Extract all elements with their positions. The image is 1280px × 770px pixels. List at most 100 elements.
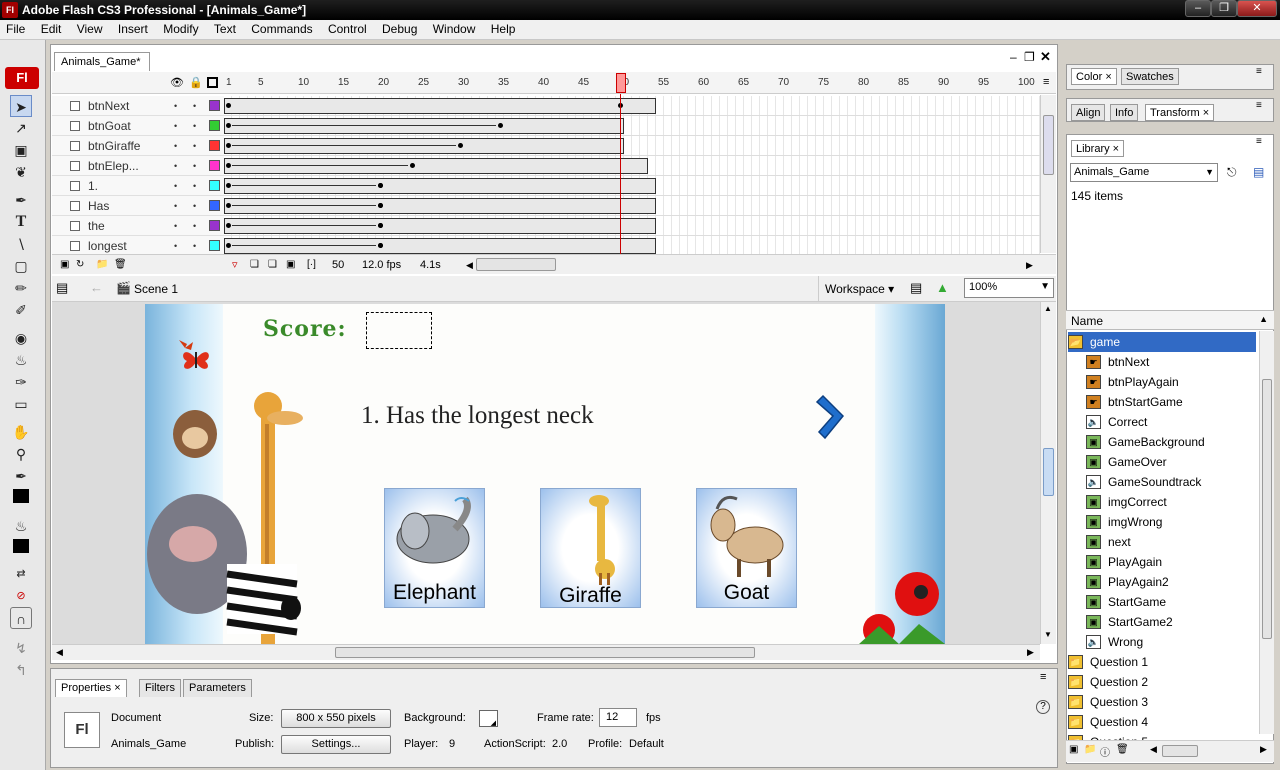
menu-view[interactable]: View: [71, 20, 109, 39]
frame-span[interactable]: [224, 118, 624, 134]
library-vscroll[interactable]: [1259, 331, 1274, 734]
size-button[interactable]: 800 x 550 pixels: [281, 709, 391, 728]
text-tool-icon[interactable]: T: [10, 211, 32, 233]
frame-span[interactable]: [224, 198, 656, 214]
outline-icon[interactable]: [207, 77, 218, 88]
menu-text[interactable]: Text: [208, 20, 242, 39]
keyframe[interactable]: [458, 143, 463, 148]
frame-span[interactable]: [224, 238, 656, 254]
lock-toggle[interactable]: •: [193, 156, 196, 176]
keyframe[interactable]: [378, 183, 383, 188]
edit-multiple-icon[interactable]: ▣: [286, 255, 295, 275]
delete-layer-icon[interactable]: 🗑: [114, 255, 127, 275]
props-menu-icon[interactable]: ≡: [1040, 671, 1046, 683]
workspace-menu[interactable]: Workspace ▾: [825, 282, 894, 296]
stage[interactable]: Score: 1. Has the longest neck Elephant: [145, 304, 945, 644]
lock-toggle[interactable]: •: [193, 136, 196, 156]
timeline-hscroll-thumb[interactable]: [476, 258, 556, 271]
tab-filters[interactable]: Filters: [139, 679, 181, 697]
stage-hscroll[interactable]: ◀ ▶: [52, 644, 1040, 660]
elephant-card[interactable]: Elephant: [384, 488, 485, 608]
zoom-select[interactable]: 100% ▼: [964, 278, 1054, 298]
layer-color-swatch[interactable]: [209, 200, 220, 211]
minimize-button[interactable]: –: [1185, 0, 1211, 17]
library-item[interactable]: ▣ next: [1086, 532, 1276, 552]
tab-color[interactable]: Color ×: [1071, 68, 1117, 85]
menu-insert[interactable]: Insert: [112, 20, 154, 39]
straighten-icon[interactable]: ↰: [10, 659, 32, 681]
next-arrow-button[interactable]: [815, 392, 849, 442]
lib-scroll-right-icon[interactable]: ▶: [1260, 744, 1267, 755]
keyframe[interactable]: [226, 103, 231, 108]
menu-window[interactable]: Window: [427, 20, 482, 39]
library-item[interactable]: ▣ GameOver: [1086, 452, 1276, 472]
restore-button[interactable]: ❐: [1211, 0, 1237, 17]
visibility-toggle[interactable]: •: [174, 96, 177, 116]
tab-info[interactable]: Info: [1110, 104, 1139, 121]
layer-color-swatch[interactable]: [209, 160, 220, 171]
frame-span[interactable]: [224, 158, 648, 174]
keyframe[interactable]: [226, 223, 231, 228]
pin-library-icon[interactable]: ⎋: [1227, 165, 1237, 180]
library-item[interactable]: 🔈 GameSoundtrack: [1086, 472, 1276, 492]
keyframe[interactable]: [410, 163, 415, 168]
timeline-menu-icon[interactable]: ≡: [1043, 76, 1049, 88]
layer-color-swatch[interactable]: [209, 100, 220, 111]
score-textfield[interactable]: [366, 312, 432, 349]
hand-tool-icon[interactable]: ✋: [10, 421, 32, 443]
pen-tool-icon[interactable]: ✒: [10, 189, 32, 211]
timeline-layer[interactable]: btnGiraffe • •: [52, 136, 224, 156]
zoom-tool-icon[interactable]: ⚲: [10, 443, 32, 465]
menu-debug[interactable]: Debug: [376, 20, 423, 39]
selection-tool-icon[interactable]: ➤: [10, 95, 32, 117]
scroll-left-icon[interactable]: ◀: [466, 255, 473, 275]
timeline-layer[interactable]: 1. • •: [52, 176, 224, 196]
layer-frames[interactable]: [224, 116, 1040, 136]
layer-color-swatch[interactable]: [209, 180, 220, 191]
smooth-icon[interactable]: ↯: [10, 637, 32, 659]
close-button[interactable]: ✕: [1237, 0, 1277, 17]
layer-color-swatch[interactable]: [209, 140, 220, 151]
lock-toggle[interactable]: •: [193, 176, 196, 196]
lock-icon[interactable]: 🔒: [189, 76, 203, 89]
keyframe[interactable]: [378, 203, 383, 208]
eraser-tool-icon[interactable]: ▭: [10, 393, 32, 415]
visibility-toggle[interactable]: •: [174, 136, 177, 156]
keyframe[interactable]: [226, 183, 231, 188]
menu-modify[interactable]: Modify: [157, 20, 204, 39]
line-tool-icon[interactable]: ∖: [10, 233, 32, 255]
library-item[interactable]: 📁 Question 1: [1068, 652, 1258, 672]
tab-parameters[interactable]: Parameters: [183, 679, 252, 697]
insert-folder-icon[interactable]: 📁: [96, 255, 108, 275]
playhead[interactable]: [616, 73, 626, 93]
lock-toggle[interactable]: •: [193, 216, 196, 236]
library-item[interactable]: 📁 Question 4: [1068, 712, 1258, 732]
scene-label[interactable]: Scene 1: [134, 282, 178, 296]
doc-minimize-icon[interactable]: –: [1010, 50, 1017, 64]
delete-icon[interactable]: 🗑: [1116, 744, 1129, 755]
swap-colors-icon[interactable]: ⇄: [10, 563, 32, 585]
library-item[interactable]: ☛ btnPlayAgain: [1086, 372, 1276, 392]
library-select[interactable]: Animals_Game ▼: [1070, 163, 1218, 182]
library-item[interactable]: ▣ imgCorrect: [1086, 492, 1276, 512]
subselection-tool-icon[interactable]: ↗: [10, 117, 32, 139]
visibility-toggle[interactable]: •: [174, 116, 177, 136]
layer-frames[interactable]: [224, 156, 1040, 176]
back-arrow-icon[interactable]: ←: [90, 280, 103, 295]
layer-frames[interactable]: [224, 176, 1040, 196]
stroke-color-swatch[interactable]: [13, 489, 29, 503]
library-item[interactable]: ☛ btnNext: [1086, 352, 1276, 372]
library-item[interactable]: ▣ StartGame2: [1086, 612, 1276, 632]
lib-scroll-left-icon[interactable]: ◀: [1150, 744, 1157, 755]
rectangle-tool-icon[interactable]: ▢: [10, 255, 32, 277]
settings-button[interactable]: Settings...: [281, 735, 391, 754]
visibility-toggle[interactable]: •: [174, 236, 177, 256]
menu-edit[interactable]: Edit: [35, 20, 68, 39]
background-color-swatch[interactable]: ◢: [479, 710, 498, 727]
visibility-toggle[interactable]: •: [174, 176, 177, 196]
layer-frames[interactable]: [224, 96, 1040, 116]
frame-span[interactable]: [224, 218, 656, 234]
new-folder-icon[interactable]: 📁: [1084, 744, 1096, 755]
layer-color-swatch[interactable]: [209, 120, 220, 131]
timeline-vscroll[interactable]: [1040, 95, 1056, 253]
